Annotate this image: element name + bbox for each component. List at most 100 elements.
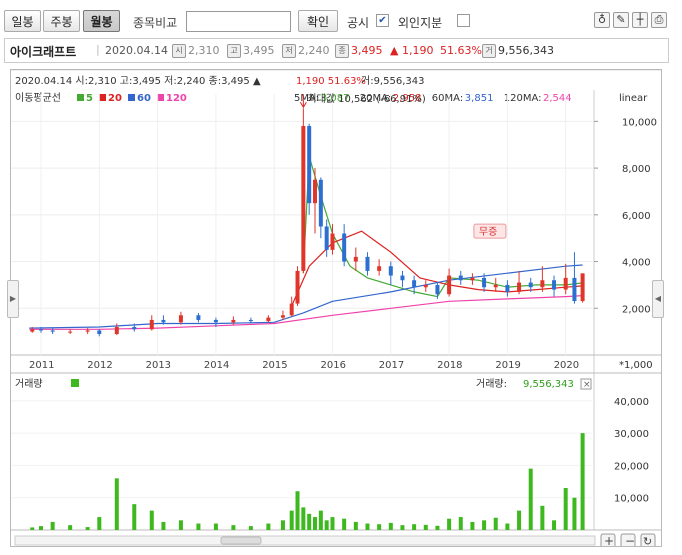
volume-tick-label: 10,000 <box>614 494 649 505</box>
volume-bar <box>447 518 452 530</box>
volume-bar <box>289 510 294 530</box>
x-tick-label: 2011 <box>29 360 54 371</box>
header-volume: 거:9,556,343 <box>361 75 424 87</box>
zoom-in-icon: + <box>604 534 614 546</box>
volume-bar <box>435 525 440 530</box>
candle-body <box>540 280 545 288</box>
chart-area[interactable]: 2020.04.14 시:2,310 고:3,495 저:2,240 종:3,4… <box>10 69 662 547</box>
volume-bar <box>295 491 300 530</box>
volume-bar <box>505 523 510 530</box>
volume-bar <box>470 521 475 530</box>
volume-bar <box>161 521 166 530</box>
volume-bar <box>528 468 533 530</box>
ma-legend-swatch-60 <box>128 94 135 101</box>
foreign-checkbox[interactable] <box>457 14 470 27</box>
free-issue-label: 무증 <box>479 226 497 238</box>
candle-body <box>482 277 487 288</box>
ma-legend-label-60: 60 <box>137 93 151 104</box>
print-icon[interactable]: ⎙ <box>651 12 667 28</box>
magnet-tool-icon[interactable]: ♁ <box>594 12 610 28</box>
volume-bar <box>85 527 90 530</box>
compare-label: 종목비교 <box>133 16 178 30</box>
x-tick-label: 2018 <box>437 360 462 371</box>
tab-weekly[interactable]: 주봉 <box>43 10 80 32</box>
volume-unit: *1,000 <box>619 360 653 371</box>
candle-body <box>132 326 137 330</box>
compare-input[interactable] <box>186 11 291 32</box>
volume-bar <box>213 523 218 530</box>
candle-body <box>149 319 154 330</box>
zoom-out-icon: − <box>625 534 635 546</box>
volume-bar <box>377 524 382 530</box>
candle-body <box>97 330 102 334</box>
candle-body <box>458 275 463 281</box>
candle-body <box>324 226 329 250</box>
refresh-icon: ↻ <box>643 535 652 546</box>
tab-daily[interactable]: 일봉 <box>4 10 41 32</box>
change-value: ▲ 1,190 <box>390 44 434 57</box>
left-scroll-handle[interactable]: ▶ <box>7 280 19 318</box>
pen-tool-icon[interactable]: ✎ <box>613 12 629 28</box>
candle-body <box>85 330 90 332</box>
candle-body <box>330 233 335 250</box>
max-annotation: 최대값 10,562 (-66,91%) <box>307 93 426 105</box>
volume-bar <box>540 505 545 530</box>
disclosure-label: 공시 <box>347 16 370 30</box>
candle-body <box>447 275 452 295</box>
volume-bar <box>248 526 253 530</box>
candle-body <box>552 280 557 290</box>
high-icon: 고 <box>227 44 241 58</box>
tab-monthly[interactable]: 월봉 <box>83 10 120 32</box>
candle-body <box>178 315 183 323</box>
volume-bar <box>307 513 312 530</box>
volume-bar <box>132 504 137 530</box>
ma-value-label: 120MA: <box>504 93 542 104</box>
volume-bar <box>388 522 393 530</box>
volume-bar <box>301 507 306 530</box>
candle-body <box>388 266 393 276</box>
right-scroll-handle[interactable]: ◀ <box>652 280 664 318</box>
volume-bar <box>493 517 498 530</box>
close-icon: 종 <box>335 44 349 58</box>
ma-legend-swatch-20 <box>99 94 106 101</box>
price-tick-label: 8,000 <box>622 164 651 175</box>
price-tick-label: 2,000 <box>622 304 651 315</box>
price-tick-label: 6,000 <box>622 211 651 222</box>
volume-bar <box>400 525 405 530</box>
candle-body <box>365 256 370 271</box>
header-change: 1,190 51.63% <box>296 76 366 87</box>
candle-body <box>435 284 440 295</box>
volume-bar <box>330 517 335 530</box>
open-value: 2,310 <box>188 44 220 57</box>
candle-body <box>280 315 285 318</box>
volume-bar <box>353 521 358 530</box>
volume-bar <box>149 510 154 530</box>
volume-bar <box>324 520 329 530</box>
low-value: 2,240 <box>298 44 330 57</box>
confirm-button[interactable]: 확인 <box>298 10 338 32</box>
candle-body <box>313 179 318 204</box>
candle-body <box>580 273 585 302</box>
header-summary: 2020.04.14 시:2,310 고:3,495 저:2,240 종:3,4… <box>15 75 261 87</box>
ma-legend-swatch-5 <box>77 94 84 101</box>
ma-line-5 <box>302 156 583 298</box>
disclosure-checkbox[interactable]: ✔ <box>376 14 389 27</box>
candle-body <box>563 277 568 290</box>
ma-value: 3,851 <box>465 93 494 104</box>
x-tick-label: 2014 <box>204 360 229 371</box>
volume-bar <box>97 517 102 530</box>
volume-bar <box>412 524 417 530</box>
candle-body <box>295 270 300 304</box>
volume-bar <box>482 520 487 530</box>
volume-legend-swatch <box>71 379 79 387</box>
volume-bar <box>178 520 183 530</box>
ma-legend-label-5: 5 <box>86 93 93 104</box>
candle-body <box>470 277 475 281</box>
volume-bar <box>39 526 43 530</box>
volume-icon: 거 <box>482 44 496 58</box>
volume-tick-label: 20,000 <box>614 461 649 472</box>
crosshair-tool-icon[interactable]: ┼ <box>632 12 648 28</box>
price-tick-label: 10,000 <box>622 117 657 128</box>
open-icon: 시 <box>172 44 186 58</box>
volume-value-label: 거래량: <box>476 378 507 390</box>
